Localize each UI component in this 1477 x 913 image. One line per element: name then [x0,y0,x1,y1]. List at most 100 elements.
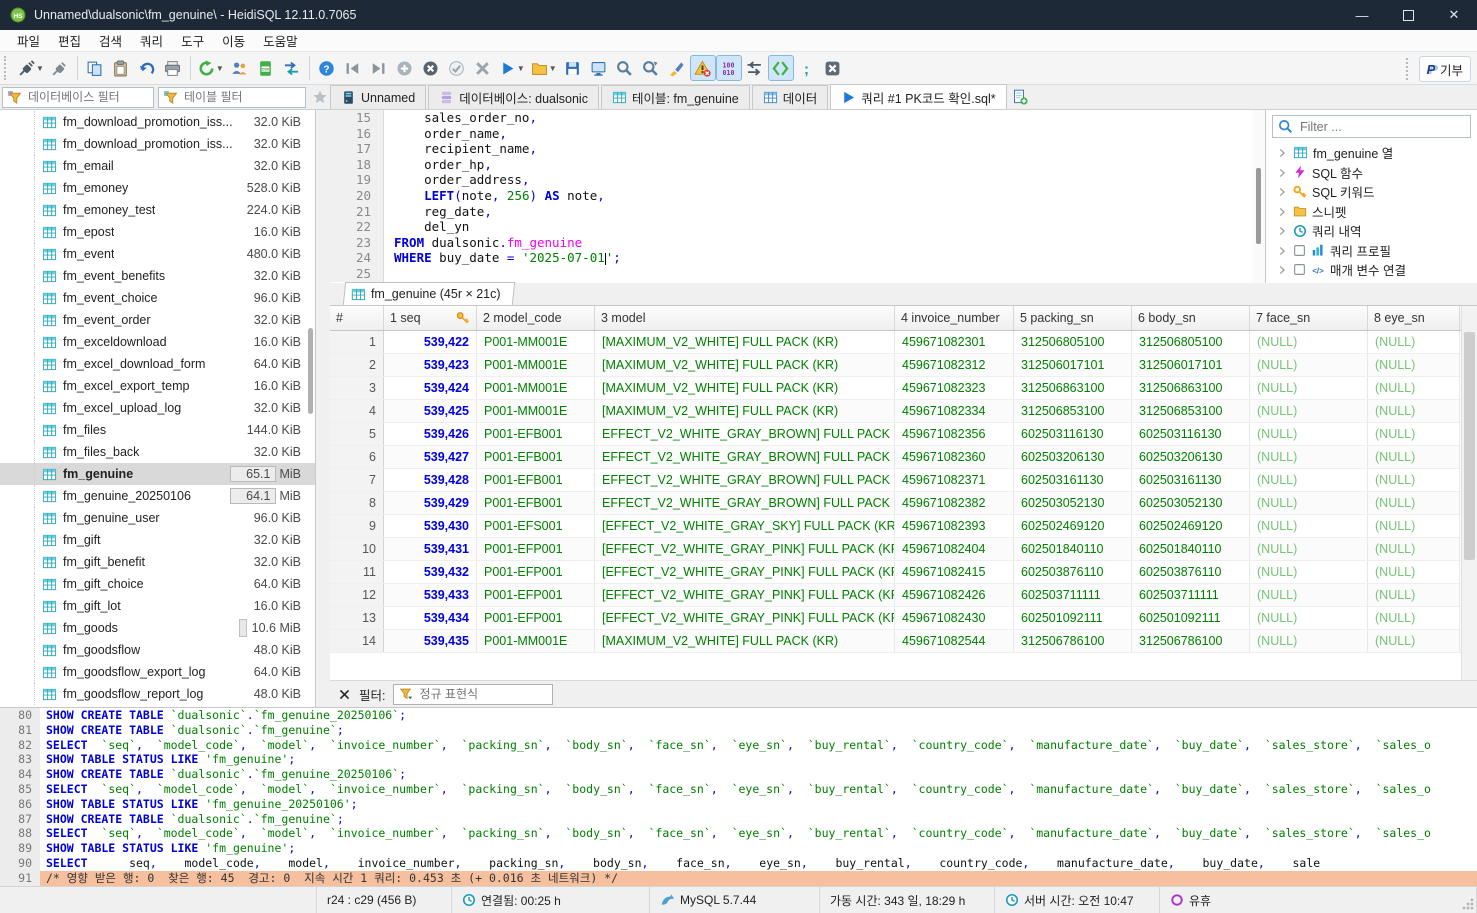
cell[interactable]: (NULL) [1368,377,1460,399]
regex-filter-input[interactable] [417,686,531,702]
cell[interactable]: [EFFECT_V2_WHITE_GRAY_PINK] FULL PACK (K… [595,607,895,629]
table-row[interactable]: 4539,425P001-MM001E[MAXIMUM_V2_WHITE] FU… [330,400,1461,423]
cell[interactable]: P001-EFB001 [477,469,595,491]
semicolon-button[interactable]: ; [794,55,820,81]
cell[interactable]: P001-EFP001 [477,538,595,560]
sidebar-table-fm_exceldownload[interactable]: fm_exceldownload16.0 KiB [0,331,315,353]
sidebar-table-fm_goods[interactable]: fm_goods10.6 MiB [0,617,315,639]
cell[interactable]: 539,435 [384,630,477,652]
cell[interactable]: 312506805100 [1014,331,1132,353]
table-row[interactable]: 1539,422P001-MM001E[MAXIMUM_V2_WHITE] FU… [330,331,1461,354]
sidebar-table-fm_event_benefits[interactable]: fm_event_benefits32.0 KiB [0,265,315,287]
column-header-#[interactable]: # [330,306,384,330]
cell[interactable]: P001-EFP001 [477,584,595,606]
print-button[interactable] [160,55,186,81]
tab-데이터베이스: dualsonic[interactable]: 데이터베이스: dualsonic [428,85,599,109]
donate-button[interactable]: PP 기부 [1419,56,1471,82]
cell[interactable]: 539,422 [384,331,477,353]
cell[interactable]: 8 [330,492,384,514]
cell[interactable]: 312506786100 [1132,630,1250,652]
tab-쿼리 #1 PK코드 확인.sql*[interactable]: 쿼리 #1 PK코드 확인.sql* [830,84,1006,109]
cell[interactable]: 539,423 [384,354,477,376]
toolbar-grip[interactable] [4,56,11,80]
cell[interactable]: 459671082371 [895,469,1014,491]
find-again-button[interactable] [638,55,664,81]
save-button[interactable] [560,55,586,81]
cell[interactable]: 9 [330,515,384,537]
database-filter-input[interactable] [26,89,138,105]
cell[interactable]: 7 [330,469,384,491]
close-results-button[interactable] [820,55,846,81]
cell[interactable]: EFFECT_V2_WHITE_GRAY_BROWN] FULL PACK ..… [595,446,895,468]
sidebar-table-fm_files_back[interactable]: fm_files_back32.0 KiB [0,441,315,463]
cell[interactable]: 539,426 [384,423,477,445]
cell[interactable]: P001-EFS001 [477,515,595,537]
sidebar-table-fm_epost[interactable]: fm_epost16.0 KiB [0,221,315,243]
cell[interactable]: (NULL) [1368,331,1460,353]
helper-item-SQL 함수[interactable]: SQL 함수 [1266,163,1477,183]
menu-쿼리[interactable]: 쿼리 [131,29,172,52]
undo-button[interactable] [134,55,160,81]
cell[interactable]: P001-EFB001 [477,492,595,514]
disconnect-button[interactable] [47,55,73,81]
sidebar-table-fm_emoney_test[interactable]: fm_emoney_test224.0 KiB [0,199,315,221]
cell[interactable]: 459671082430 [895,607,1014,629]
last-record-button[interactable] [366,55,392,81]
column-header-4 invoice_number[interactable]: 4 invoice_number [895,306,1014,330]
cell[interactable]: (NULL) [1250,377,1368,399]
cell[interactable]: (NULL) [1368,607,1460,629]
cell[interactable]: 312506017101 [1014,354,1132,376]
cell[interactable]: [MAXIMUM_V2_WHITE] FULL PACK (KR) [595,377,895,399]
cell[interactable]: P001-EFP001 [477,561,595,583]
run-query-button[interactable]: ▼ [496,55,528,81]
cell[interactable]: (NULL) [1250,630,1368,652]
editor-scrollbar[interactable] [1253,110,1265,283]
cell[interactable]: 539,433 [384,584,477,606]
insert-record-button[interactable] [392,55,418,81]
cell[interactable]: [MAXIMUM_V2_WHITE] FULL PACK (KR) [595,630,895,652]
binary-literals-button[interactable]: 100010 [716,55,742,81]
cell[interactable]: 602503116130 [1014,423,1132,445]
table-row[interactable]: 11539,432P001-EFP001[EFFECT_V2_WHITE_GRA… [330,561,1461,584]
table-row[interactable]: 2539,423P001-MM001E[MAXIMUM_V2_WHITE] FU… [330,354,1461,377]
sidebar-table-fm_gift_benefit[interactable]: fm_gift_benefit32.0 KiB [0,551,315,573]
column-header-3 model[interactable]: 3 model [595,306,895,330]
cell[interactable]: 459671082356 [895,423,1014,445]
helper-item-SQL 키워드[interactable]: SQL 키워드 [1266,182,1477,202]
cell[interactable]: P001-MM001E [477,630,595,652]
delete-record-button[interactable] [418,55,444,81]
cell[interactable]: EFFECT_V2_WHITE_GRAY_BROWN] FULL PACK ..… [595,492,895,514]
cell[interactable]: (NULL) [1250,584,1368,606]
cell[interactable]: 602503161130 [1014,469,1132,491]
table-row[interactable]: 13539,434P001-EFP001[EFFECT_V2_WHITE_GRA… [330,607,1461,630]
paste-button[interactable] [108,55,134,81]
cell[interactable]: (NULL) [1368,584,1460,606]
sql-editor[interactable]: 15 sales_order_no,16 order_name,17 recip… [330,110,1253,283]
cell[interactable]: 539,430 [384,515,477,537]
favorite-star-icon[interactable] [312,89,328,105]
cell[interactable]: [MAXIMUM_V2_WHITE] FULL PACK (KR) [595,331,895,353]
cell[interactable]: 459671082301 [895,331,1014,353]
cell[interactable]: (NULL) [1250,561,1368,583]
cell[interactable]: (NULL) [1250,607,1368,629]
sidebar-table-fm_genuine[interactable]: fm_genuine65.1MiB [0,463,315,485]
cell[interactable]: (NULL) [1368,492,1460,514]
cell[interactable]: 539,434 [384,607,477,629]
cell[interactable]: (NULL) [1368,400,1460,422]
cell[interactable]: (NULL) [1250,469,1368,491]
helper-item-스니펫[interactable]: 스니펫 [1266,202,1477,222]
sidebar-table-fm_goodsflow[interactable]: fm_goodsflow48.0 KiB [0,639,315,661]
tab-테이블: fm_genuine[interactable]: 테이블: fm_genuine [601,85,750,109]
minimize-button[interactable]: — [1339,0,1385,30]
cell[interactable]: [MAXIMUM_V2_WHITE] FULL PACK (KR) [595,400,895,422]
resize-grip[interactable] [1461,897,1475,911]
cell[interactable]: 602501840110 [1132,538,1250,560]
sidebar-table-fm_goodsflow_export_log[interactable]: fm_goodsflow_export_log64.0 KiB [0,661,315,683]
cell[interactable]: (NULL) [1368,469,1460,491]
helper-item-쿼리 내역[interactable]: 쿼리 내역 [1266,221,1477,241]
cell[interactable]: P001-EFB001 [477,423,595,445]
cell[interactable]: [EFFECT_V2_WHITE_GRAY_SKY] FULL PACK (KR… [595,515,895,537]
sidebar-table-fm_download_promotion_iss...[interactable]: fm_download_promotion_iss...32.0 KiB [0,133,315,155]
cell[interactable]: 312506853100 [1132,400,1250,422]
close-button[interactable]: ✕ [1431,0,1477,30]
